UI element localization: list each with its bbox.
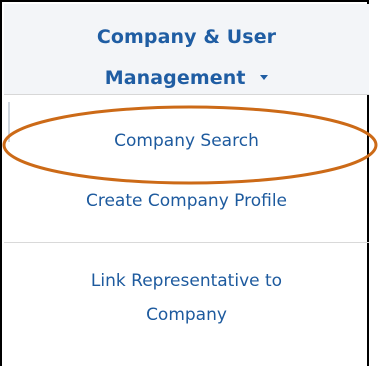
- menu-title-line1: Company & User: [96, 26, 277, 48]
- menu-item-label-line2: Company: [146, 305, 227, 325]
- menu-item-company-search[interactable]: Company Search: [4, 127, 369, 155]
- menu-item-label-line1: Link Representative to: [90, 271, 283, 291]
- menu-dropdown-toggle[interactable]: Company & User Management: [4, 4, 369, 94]
- menu-panel: Company & User Management Company Search…: [0, 0, 369, 366]
- menu-divider: [4, 242, 369, 243]
- menu-item-create-company-profile[interactable]: Create Company Profile: [4, 187, 369, 215]
- menu-title-line2: Management: [4, 68, 369, 88]
- header-divider: [4, 94, 369, 95]
- menu-title-text: Management: [104, 67, 246, 89]
- menu-item-link-representative[interactable]: Link Representative to Company: [4, 267, 369, 329]
- caret-down-icon: [260, 75, 269, 80]
